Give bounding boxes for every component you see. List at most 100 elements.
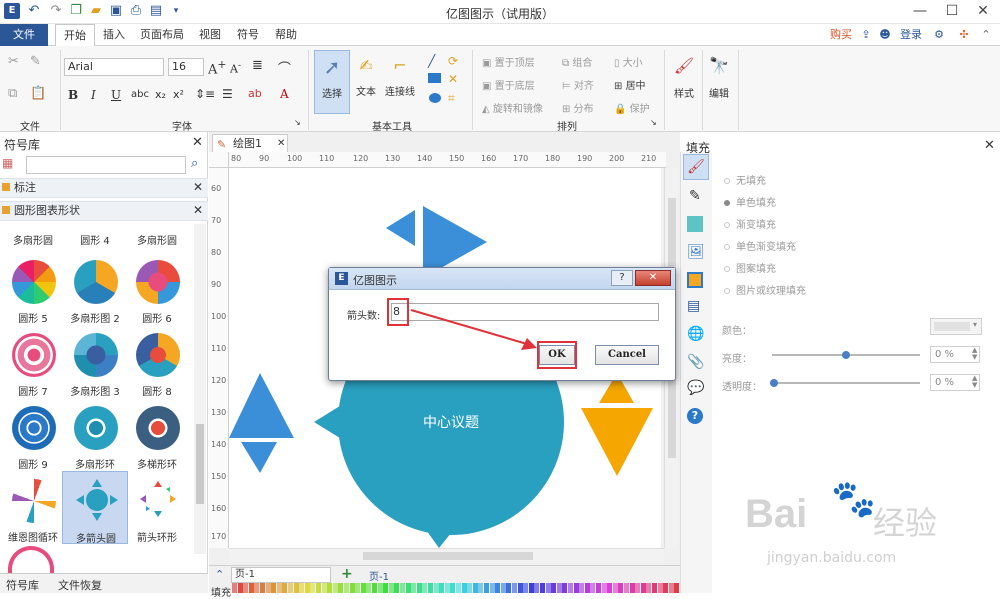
color-swatch[interactable] bbox=[265, 583, 271, 593]
color-swatch[interactable] bbox=[383, 583, 389, 593]
strikethrough-icon[interactable]: abc bbox=[131, 89, 149, 100]
color-swatch[interactable] bbox=[484, 583, 489, 593]
shape-item[interactable]: 多扇形圆 bbox=[124, 224, 190, 252]
document-tab[interactable]: ✎ 绘图1 ✕ bbox=[212, 134, 288, 152]
transparency-slider-knob[interactable] bbox=[770, 379, 778, 387]
center-topic-text[interactable]: 中心议题 bbox=[401, 412, 501, 432]
crop-icon[interactable]: ⌗ bbox=[448, 91, 455, 106]
color-swatch[interactable] bbox=[584, 583, 590, 593]
close-tab-icon[interactable]: ✕ bbox=[277, 135, 285, 152]
color-swatch[interactable] bbox=[316, 583, 321, 593]
color-swatch[interactable] bbox=[243, 583, 249, 593]
color-swatch[interactable] bbox=[663, 583, 669, 593]
export-icon[interactable]: ▤ bbox=[148, 3, 164, 19]
tab-file-recovery[interactable]: 文件恢复 bbox=[58, 577, 102, 593]
color-swatch[interactable] bbox=[349, 583, 355, 593]
color-swatch[interactable] bbox=[640, 583, 646, 593]
grow-font-icon[interactable]: A+ bbox=[208, 58, 226, 77]
color-swatch[interactable] bbox=[540, 583, 545, 593]
color-swatch[interactable] bbox=[562, 583, 568, 593]
color-swatch[interactable] bbox=[500, 583, 506, 593]
select-tool-button[interactable]: ➚ 选择 bbox=[314, 50, 350, 114]
tab-page-layout[interactable]: 页面布局 bbox=[136, 24, 188, 46]
size-button[interactable]: ▯ 大小 bbox=[614, 54, 643, 69]
color-swatch[interactable] bbox=[461, 583, 467, 593]
cancel-button[interactable]: Cancel bbox=[595, 345, 659, 365]
color-swatch[interactable] bbox=[282, 583, 288, 593]
color-swatch[interactable] bbox=[495, 583, 501, 593]
cross-shape-icon[interactable]: ✕ bbox=[448, 72, 458, 86]
color-swatch[interactable] bbox=[416, 583, 422, 593]
help-icon[interactable]: ? bbox=[687, 408, 703, 424]
print-icon[interactable]: ⎙ bbox=[128, 3, 144, 19]
line-shape-icon[interactable]: ╱ bbox=[428, 54, 435, 68]
group-button[interactable]: ⧉ 组合 bbox=[562, 54, 592, 69]
color-swatch[interactable] bbox=[366, 583, 372, 593]
color-swatch[interactable] bbox=[512, 583, 517, 593]
user-icon[interactable]: ☻ bbox=[878, 24, 892, 46]
color-swatch[interactable] bbox=[618, 583, 624, 593]
maximize-button[interactable]: ☐ bbox=[937, 0, 967, 22]
hyperlink-icon[interactable]: 🌐 bbox=[687, 326, 704, 342]
color-swatch[interactable] bbox=[321, 583, 327, 593]
color-swatch[interactable] bbox=[568, 583, 573, 593]
color-swatch[interactable] bbox=[478, 583, 484, 593]
color-swatch[interactable] bbox=[517, 583, 523, 593]
color-swatch[interactable] bbox=[411, 583, 417, 593]
color-swatch[interactable] bbox=[523, 583, 529, 593]
color-swatch[interactable] bbox=[629, 583, 635, 593]
close-fill-panel-icon[interactable]: ✕ bbox=[984, 138, 995, 153]
color-swatch[interactable] bbox=[276, 583, 282, 593]
color-swatch[interactable] bbox=[607, 583, 613, 593]
scrollbar-thumb[interactable] bbox=[196, 424, 204, 504]
color-swatch[interactable] bbox=[573, 583, 579, 593]
style-button[interactable]: 🖌 样式 bbox=[668, 50, 700, 114]
align-button[interactable]: ⊨ 对齐 bbox=[562, 77, 594, 92]
shape-item[interactable]: 维恩图循环 bbox=[0, 471, 66, 544]
collapse-ribbon-icon[interactable]: ⌃ bbox=[978, 24, 994, 46]
undo-icon[interactable]: ↶ bbox=[26, 3, 42, 19]
color-swatch[interactable] bbox=[612, 583, 618, 593]
fill-option-texture[interactable]: 图片或纹理填充 bbox=[724, 282, 806, 297]
font-size-select[interactable]: 16 bbox=[168, 58, 204, 76]
color-swatch[interactable] bbox=[237, 583, 243, 593]
color-swatch[interactable] bbox=[646, 583, 652, 593]
subscript-icon[interactable]: x₂ bbox=[155, 88, 166, 101]
color-swatch[interactable] bbox=[355, 583, 361, 593]
arrow-count-input[interactable]: 8 bbox=[387, 298, 409, 326]
color-swatch[interactable] bbox=[472, 583, 478, 593]
font-dialog-launcher-icon[interactable]: ↘ bbox=[294, 118, 301, 127]
close-category-icon[interactable]: ✕ bbox=[193, 203, 203, 217]
image-panel-icon[interactable]: 🖼 bbox=[687, 244, 705, 260]
italic-icon[interactable]: I bbox=[91, 88, 96, 102]
shape-item-selected[interactable]: 多箭头圆 bbox=[62, 471, 128, 545]
color-swatch[interactable] bbox=[332, 583, 338, 593]
tab-view[interactable]: 视图 bbox=[194, 24, 226, 46]
bullets-icon[interactable]: ☰ bbox=[222, 87, 233, 101]
color-palette[interactable] bbox=[232, 583, 680, 593]
file-menu[interactable]: 文件 bbox=[0, 24, 48, 46]
color-swatch[interactable] bbox=[579, 583, 585, 593]
shape-item[interactable]: 多扇形图 3 bbox=[62, 325, 128, 398]
align-text-icon[interactable]: ≣ bbox=[252, 58, 263, 73]
color-swatch[interactable] bbox=[248, 583, 254, 593]
tab-symbol[interactable]: 符号 bbox=[232, 24, 264, 46]
page-select[interactable]: 页-1 bbox=[231, 567, 331, 583]
rect-shape-icon[interactable] bbox=[428, 73, 441, 83]
help-button[interactable]: ? bbox=[611, 270, 633, 286]
color-swatch[interactable] bbox=[450, 583, 456, 593]
paste-icon[interactable]: 📋 bbox=[30, 86, 46, 101]
line-spacing-icon[interactable]: ⇕≡ bbox=[195, 87, 215, 101]
font-name-select[interactable]: Arial bbox=[64, 58, 164, 76]
shadow-panel-icon[interactable] bbox=[687, 216, 703, 232]
color-swatch[interactable] bbox=[456, 583, 461, 593]
color-swatch[interactable] bbox=[327, 583, 333, 593]
layer-panel-icon[interactable] bbox=[687, 272, 703, 288]
color-swatch[interactable] bbox=[657, 583, 663, 593]
shape-item[interactable]: 多扇形图 2 bbox=[62, 252, 128, 325]
center-button[interactable]: ⊞ 居中 bbox=[614, 77, 646, 92]
line-panel-icon[interactable]: ✎ bbox=[689, 188, 701, 204]
color-swatch[interactable] bbox=[260, 583, 265, 593]
arrange-dialog-launcher-icon[interactable]: ↘ bbox=[650, 118, 657, 127]
shape-item[interactable]: 圆形 6 bbox=[124, 252, 190, 325]
